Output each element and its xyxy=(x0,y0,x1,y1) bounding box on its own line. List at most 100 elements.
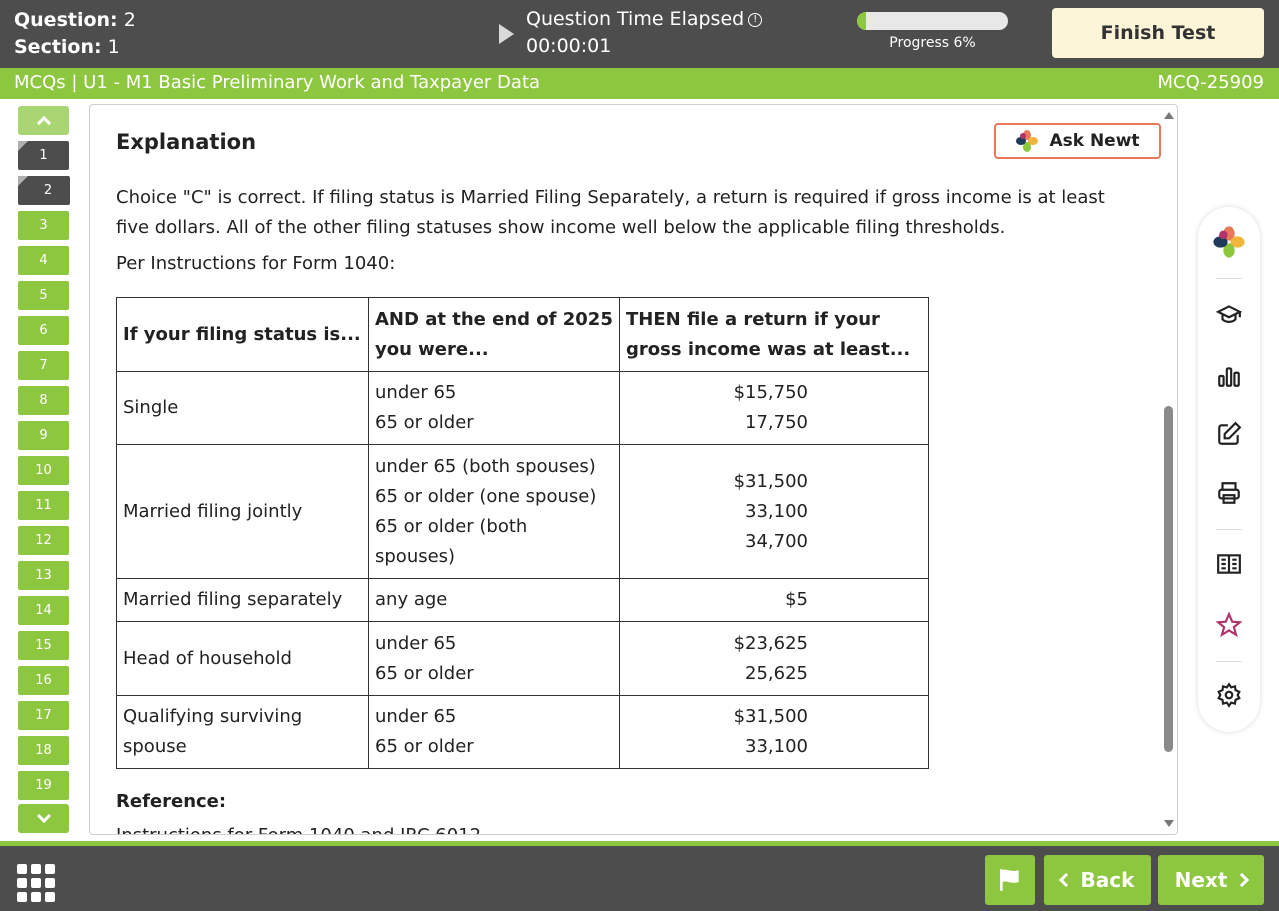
age-line: 65 or older xyxy=(375,736,474,757)
newt-logo-icon xyxy=(1016,130,1039,152)
reader-button[interactable] xyxy=(1212,547,1246,581)
title-bar: MCQs | U1 - M1 Basic Preliminary Work an… xyxy=(0,68,1279,99)
scroll-up-arrow[interactable] xyxy=(1164,112,1174,119)
filing-status-cell: Head of household xyxy=(116,621,369,696)
amount-cell: $23,625 25,625 xyxy=(619,621,929,696)
table-row: Head of household under 65 65 or older $23,… xyxy=(116,621,929,696)
question-nav-button[interactable]: 18 xyxy=(18,736,69,765)
age-line: under 65 xyxy=(375,706,457,727)
age-line: under 65 xyxy=(375,632,457,654)
info-icon[interactable]: ! xyxy=(748,13,763,27)
question-nav-button[interactable]: 3 xyxy=(18,211,69,240)
explanation-panel[interactable]: Explanation Ask Newt Choice "C" is corre… xyxy=(89,104,1178,835)
table-row: Single under 65 65 or older $15,750 17,750 xyxy=(116,371,929,445)
bottom-bar: Back Next xyxy=(0,841,1279,911)
amount-line: $15,750 xyxy=(733,382,808,403)
grid-menu-icon[interactable] xyxy=(17,864,55,902)
graduation-cap-icon xyxy=(1216,305,1242,323)
book-icon xyxy=(1217,554,1241,574)
settings-button[interactable] xyxy=(1212,678,1246,712)
question-nav-button[interactable]: 4 xyxy=(18,246,69,275)
table-header-cell: AND at the end of 2025 you were... xyxy=(368,297,620,372)
question-nav-button[interactable]: 12 xyxy=(18,526,69,555)
chevron-right-icon xyxy=(1235,872,1250,888)
question-nav-button[interactable]: 6 xyxy=(18,316,69,345)
flag-icon xyxy=(999,869,1019,891)
bar-chart-icon xyxy=(1218,367,1240,387)
gear-icon xyxy=(1217,682,1241,708)
question-nav-button[interactable]: 16 xyxy=(18,666,69,695)
right-toolbar xyxy=(1198,207,1260,732)
age-cell: under 65 (both spouses) 65 or older (one … xyxy=(368,444,620,579)
explanation-title: Explanation xyxy=(116,130,257,154)
timer-label: Question Time Elapsed xyxy=(526,8,745,30)
printer-icon xyxy=(1218,482,1240,504)
question-nav-button[interactable]: 8 xyxy=(18,386,69,415)
age-line: under 65 xyxy=(375,382,457,403)
amount-line: 33,100 xyxy=(745,500,808,522)
back-button[interactable]: Back xyxy=(1044,855,1151,905)
age-line: any age xyxy=(375,589,448,610)
amount-cell: $31,500 33,100 34,700 xyxy=(619,444,929,579)
question-nav-button[interactable]: 19 xyxy=(18,771,69,800)
filing-threshold-table: If your filing status is... AND at the e… xyxy=(116,297,929,769)
question-nav-button[interactable]: 11 xyxy=(18,491,69,520)
nav-scroll-down-button[interactable] xyxy=(18,804,69,833)
next-button[interactable]: Next xyxy=(1158,855,1264,905)
question-number: 2 xyxy=(123,9,136,31)
question-nav-button[interactable]: 13 xyxy=(18,561,69,590)
chevron-down-icon xyxy=(36,808,51,824)
newt-logo-icon xyxy=(1213,226,1245,258)
progress-text: Progress 6% xyxy=(889,35,976,51)
question-label: Question: xyxy=(14,9,118,31)
question-nav-button[interactable]: 15 xyxy=(18,631,69,660)
question-nav-button[interactable]: 17 xyxy=(18,701,69,730)
amount-line: 17,750 xyxy=(745,412,808,433)
chevron-up-icon xyxy=(36,115,51,131)
amount-line: $31,500 xyxy=(733,706,808,727)
module-title: MCQs | U1 - M1 Basic Preliminary Work an… xyxy=(14,72,541,93)
study-button[interactable] xyxy=(1212,297,1246,331)
scroll-down-arrow[interactable] xyxy=(1164,820,1174,827)
next-label: Next xyxy=(1174,868,1228,892)
table-row: Married filing jointly under 65 (both spo… xyxy=(116,444,929,579)
notes-button[interactable] xyxy=(1212,417,1246,451)
finish-test-button[interactable]: Finish Test xyxy=(1052,8,1264,58)
amount-cell: $15,750 17,750 xyxy=(619,371,929,445)
age-cell: under 65 65 or older xyxy=(368,371,620,445)
amount-line: 34,700 xyxy=(745,530,808,552)
filing-status-cell: Married filing jointly xyxy=(116,444,369,579)
stats-button[interactable] xyxy=(1212,359,1246,393)
edit-icon xyxy=(1218,421,1242,445)
question-nav-button[interactable]: 5 xyxy=(18,281,69,310)
scrollbar-thumb[interactable] xyxy=(1164,406,1173,752)
section-number: 1 xyxy=(107,36,120,58)
question-nav-button[interactable]: 7 xyxy=(18,351,69,380)
question-nav-button[interactable]: 2 xyxy=(18,176,70,205)
print-button[interactable] xyxy=(1212,476,1246,510)
amount-line: $31,500 xyxy=(733,470,808,492)
ask-newt-button[interactable]: Ask Newt xyxy=(994,123,1161,159)
age-cell: any age xyxy=(368,578,620,622)
toolbar-separator xyxy=(1216,661,1242,662)
flag-button[interactable] xyxy=(985,855,1035,905)
question-nav-button[interactable]: 9 xyxy=(18,421,69,450)
question-nav-button[interactable]: 1 xyxy=(18,141,69,170)
age-line: under 65 (both spouses) xyxy=(375,455,596,477)
play-icon[interactable] xyxy=(499,24,514,44)
nav-scroll-up-button[interactable] xyxy=(18,106,69,135)
top-header: Question: 2 Section: 1 Question Time Ela… xyxy=(0,0,1279,68)
back-label: Back xyxy=(1080,868,1135,892)
source-text: Per Instructions for Form 1040: xyxy=(116,253,396,274)
bookmark-button[interactable] xyxy=(1212,608,1246,642)
question-navigator: 1 2 3 4 5 6 7 8 9 10 11 12 13 14 15 16 17 18 19 xyxy=(18,106,70,834)
question-id: MCQ-25909 xyxy=(1157,72,1264,93)
question-nav-button[interactable]: 10 xyxy=(18,456,69,485)
toolbar-separator xyxy=(1216,278,1242,279)
newt-logo-button[interactable] xyxy=(1212,225,1246,259)
amount-line: 33,100 xyxy=(745,736,808,757)
age-line: 65 or older (one spouse) xyxy=(375,485,597,507)
age-line: 65 or older (both spouses) xyxy=(375,515,528,567)
filing-status-cell: Qualifying surviving spouse xyxy=(116,695,369,769)
question-nav-button[interactable]: 14 xyxy=(18,596,69,625)
